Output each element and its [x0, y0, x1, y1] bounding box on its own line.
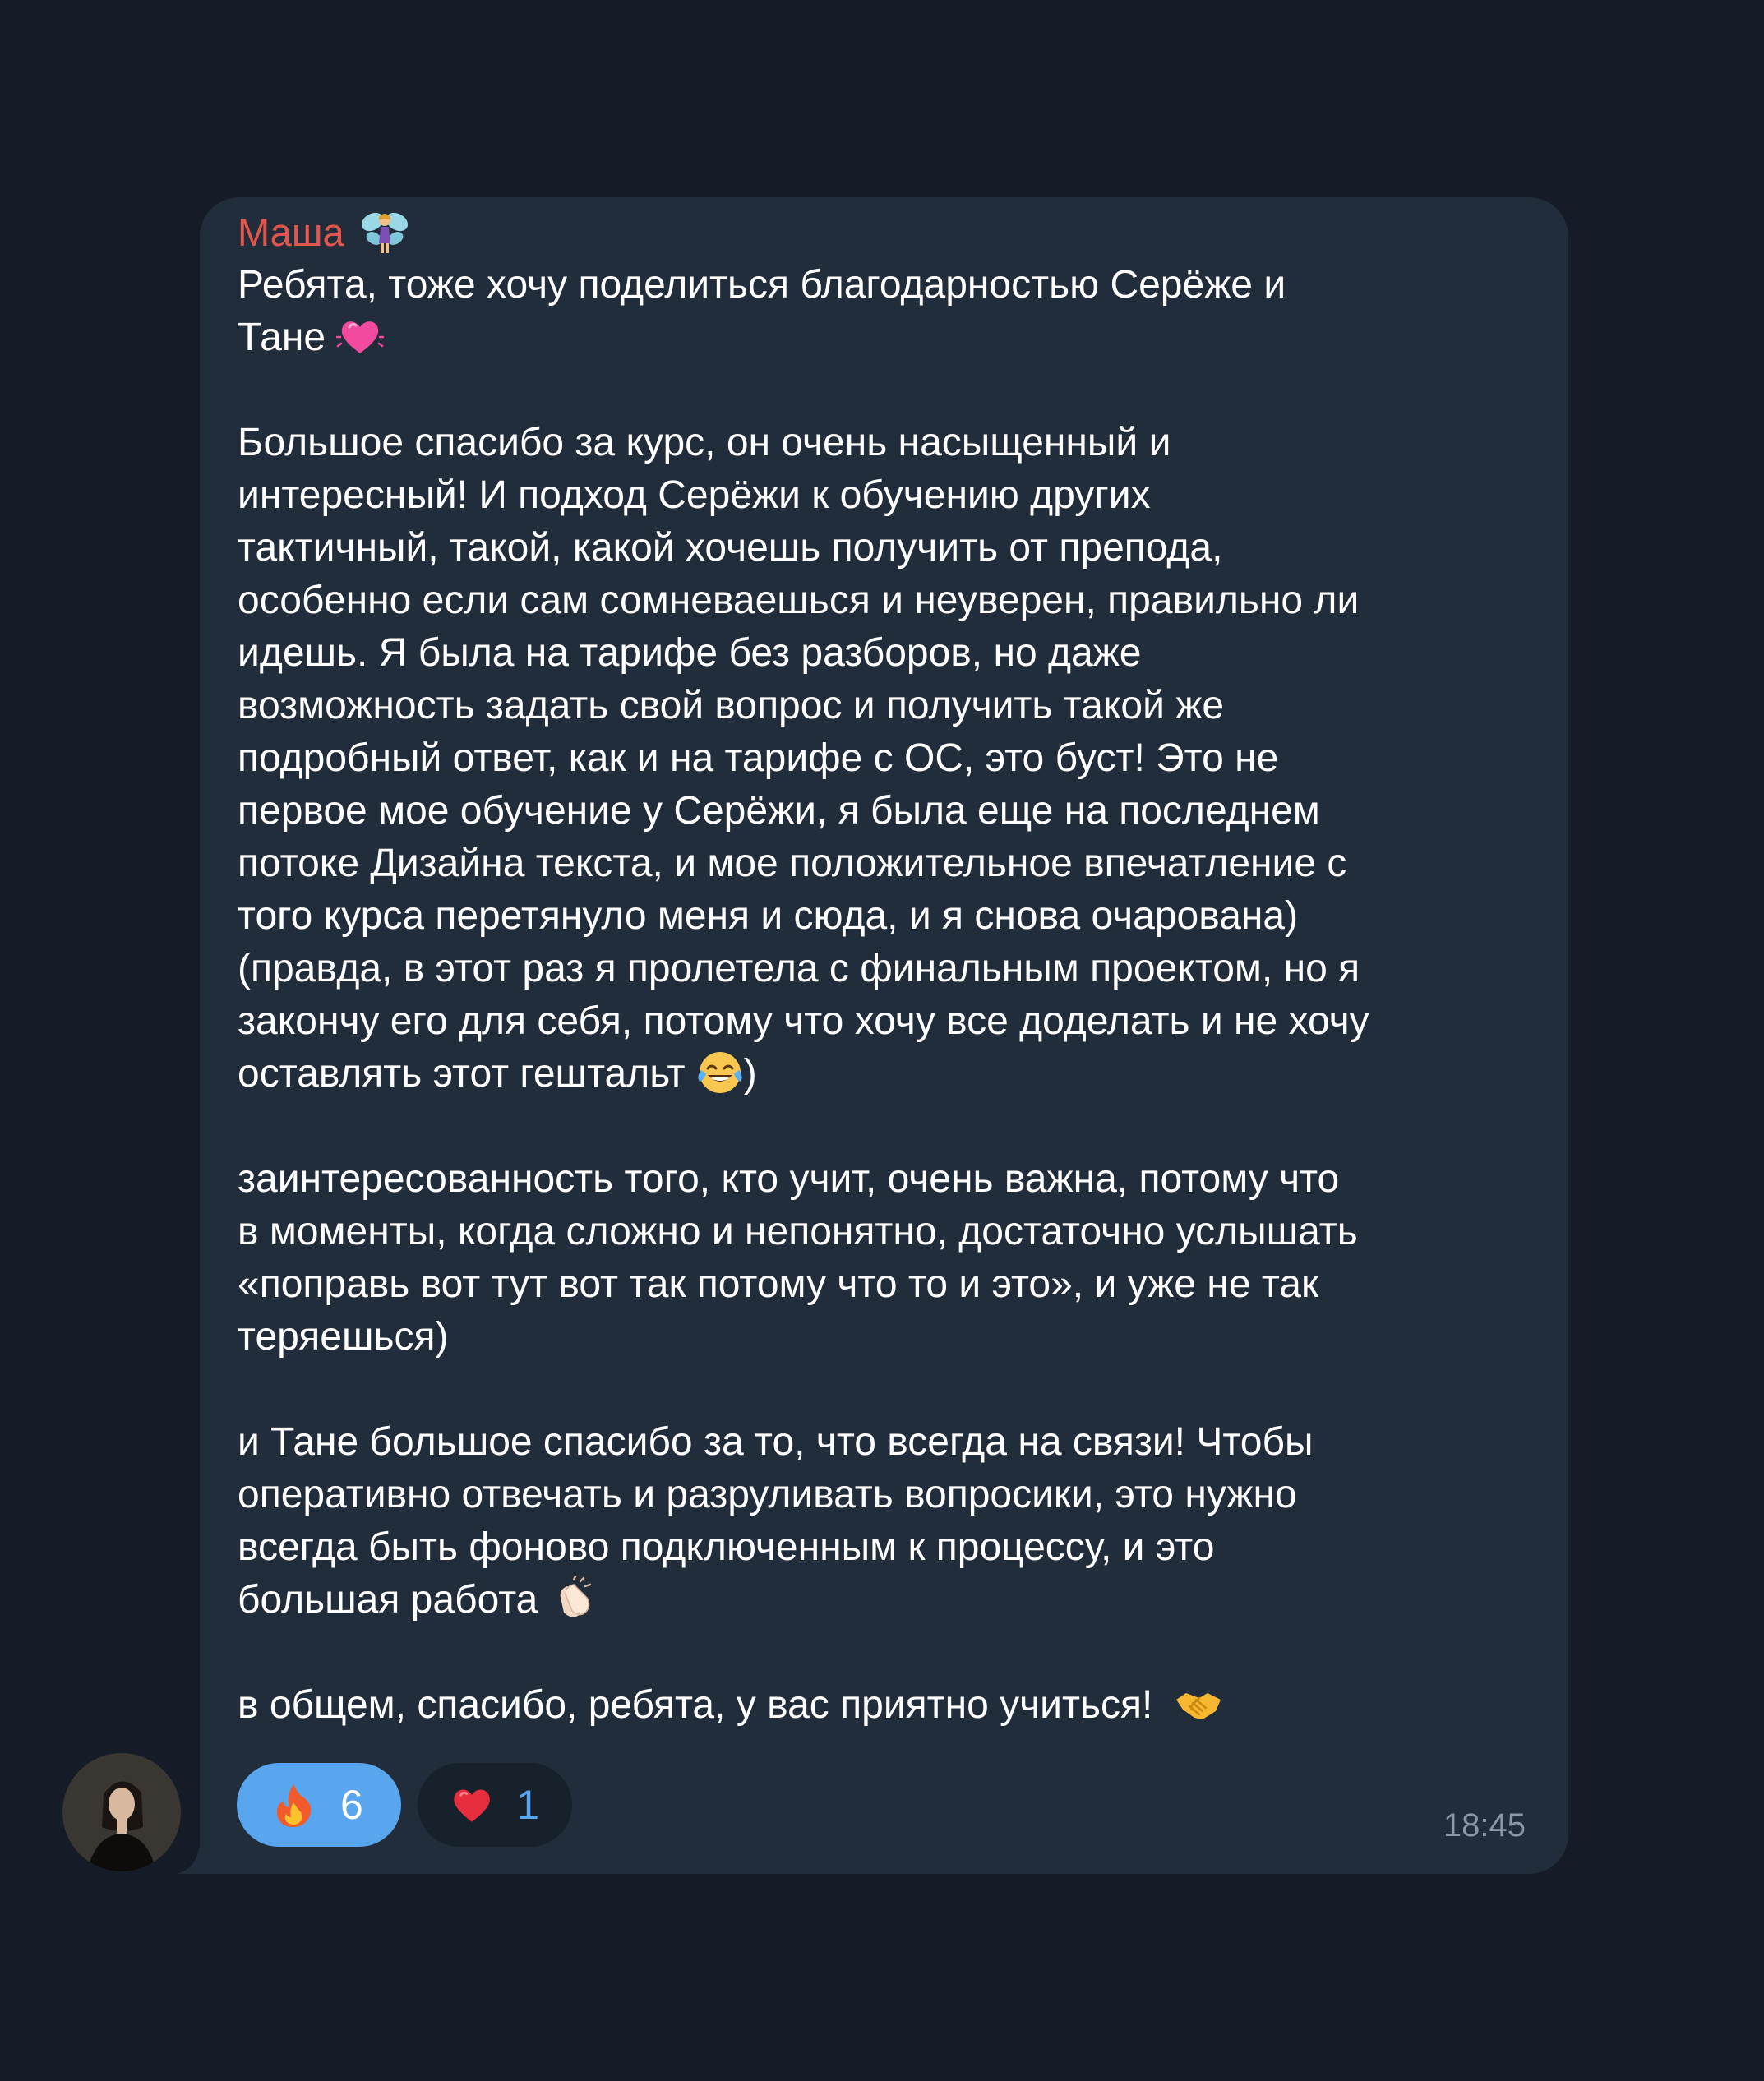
text-line: заинтересованность того, кто учит, очень…: [238, 1157, 1340, 1201]
text-line: в общем, спасибо, ребята, у вас приятно …: [238, 1679, 1535, 1732]
clapping-hands-icon: [560, 1575, 591, 1617]
text-line: и Тане большое спасибо за то, что всегда…: [238, 1420, 1314, 1464]
reaction-fire[interactable]: 6: [237, 1763, 401, 1847]
text-line: закончу его для себя, потому что хочу вс…: [238, 999, 1369, 1043]
text-line: Большое спасибо за курс, он очень насыще…: [238, 421, 1171, 464]
reaction-count: 1: [516, 1782, 539, 1828]
reaction-heart[interactable]: 1: [418, 1763, 572, 1847]
text-line: потоке Дизайна текста, и мое положительн…: [238, 842, 1347, 885]
text-line: возможность задать свой вопрос и получит…: [238, 684, 1225, 727]
text-line: большая работа: [238, 1574, 1535, 1627]
handshake-icon: [1175, 1693, 1221, 1719]
reaction-count: 6: [340, 1782, 363, 1828]
text-line: «поправь вот тут вот так потому что то и…: [238, 1262, 1318, 1306]
tears-of-joy-icon: [698, 1052, 742, 1093]
text-line: того курса перетянуло меня и сюда, и я с…: [238, 894, 1299, 938]
text-line: идешь. Я была на тарифе без разборов, но…: [238, 631, 1142, 675]
message-bubble[interactable]: Маша Ребята, тоже хочу поделиться благод…: [200, 197, 1568, 1874]
text-line: оставлять этот гештальт ): [238, 1048, 1535, 1100]
message-text: Ребята, тоже хочу поделиться благодарнос…: [238, 259, 1535, 1732]
text-line: в моменты, когда сложно и непонятно, дос…: [238, 1210, 1358, 1253]
text-line: первое мое обучение у Серёжи, я была еще…: [238, 789, 1320, 833]
text-line: Ребята, тоже хочу поделиться благодарнос…: [238, 263, 1286, 307]
text-line: подробный ответ, как и на тарифе с ОС, э…: [238, 736, 1279, 780]
sender-name-row: Маша: [238, 208, 1535, 257]
red-heart-icon: [454, 1789, 490, 1822]
text-line: особенно если сам сомневаешься и неувере…: [238, 579, 1360, 622]
fairy-emoji-icon: [361, 212, 408, 253]
text-line: тактичный, такой, какой хочешь получить …: [238, 526, 1223, 570]
fire-icon: [276, 1784, 312, 1827]
text-line: всегда быть фоново подключенным к процес…: [238, 1525, 1215, 1569]
text-line: (правда, в этот раз я пролетела с финаль…: [238, 947, 1360, 990]
text-line: интересный! И подход Серёжи к обучению д…: [238, 473, 1151, 517]
sender-name[interactable]: Маша: [238, 208, 344, 257]
reactions-bar: 6 1: [237, 1763, 572, 1847]
text-line: Тане: [238, 311, 1535, 364]
message-time: 18:45: [1443, 1807, 1526, 1843]
sender-avatar[interactable]: [62, 1753, 181, 1871]
text-line: теряешься): [238, 1315, 449, 1359]
text-line: оперативно отвечать и разруливать вопрос…: [238, 1473, 1297, 1516]
pink-heart-icon: [336, 321, 385, 353]
